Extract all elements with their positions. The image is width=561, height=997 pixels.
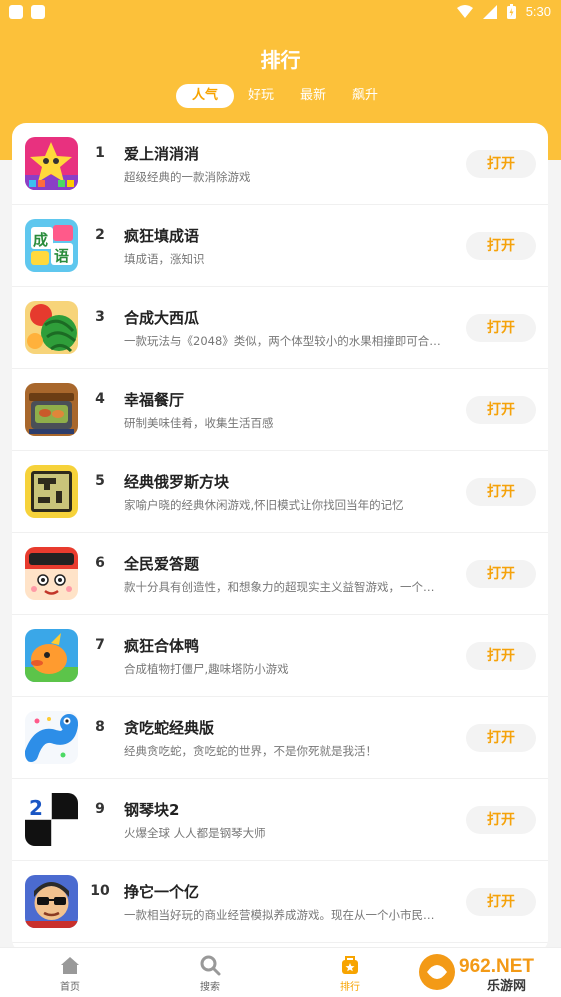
search-icon [200, 955, 221, 976]
app-name[interactable]: 贪吃蛇经典版 [124, 717, 214, 738]
rank-number: 5 [95, 473, 105, 489]
rank-number: 1 [95, 145, 105, 161]
open-button[interactable]: 打开 [466, 642, 536, 670]
svg-text:2: 2 [29, 796, 43, 820]
app-description: 填成语，涨知识 [124, 252, 205, 266]
svg-text:成: 成 [33, 231, 48, 249]
home-icon [61, 957, 79, 974]
clock: 5:30 [525, 4, 551, 19]
app-description: 家喻户晓的经典休闲游戏,怀旧模式让你找回当年的记忆 [124, 498, 404, 512]
open-button[interactable]: 打开 [466, 560, 536, 588]
open-button[interactable]: 打开 [466, 232, 536, 260]
rank-number: 8 [95, 719, 105, 735]
notification-icon [31, 5, 45, 19]
rank-number: 4 [95, 391, 105, 407]
open-button[interactable]: 打开 [466, 888, 536, 916]
rank-number: 7 [95, 637, 105, 653]
rank-number: 9 [95, 801, 105, 817]
ranking-list: 1 爱上消消消 超级经典的一款消除游戏 打开 成 语 2 疯狂填成语 填成语，涨… [12, 123, 548, 953]
list-item[interactable]: 2 9 钢琴块2 火爆全球 人人都是钢琴大师 打开 [12, 779, 548, 861]
app-name[interactable]: 幸福餐厅 [124, 389, 184, 410]
rank-number: 10 [90, 883, 110, 899]
rank-number: 3 [95, 309, 105, 325]
nav-home[interactable]: 首页 [30, 954, 110, 993]
restaurant-grill-icon[interactable] [25, 383, 78, 436]
quiz-face-icon[interactable] [25, 547, 78, 600]
nav-ranking-label: 排行 [340, 982, 360, 993]
businessman-icon[interactable] [25, 875, 78, 928]
list-item[interactable]: 10 挣它一个亿 一款相当好玩的商业经营模拟养成游戏。现在从一个小市民… 打开 [12, 861, 548, 943]
tab-popular[interactable]: 人气 [176, 84, 235, 108]
rank-number: 6 [95, 555, 105, 571]
app-description: 一款相当好玩的商业经营模拟养成游戏。现在从一个小市民… [124, 908, 435, 922]
app-name[interactable]: 疯狂合体鸭 [124, 635, 199, 656]
ranking-icon [342, 956, 358, 974]
app-description: 一款玩法与《2048》类似，两个体型较小的水果相撞即可合… [124, 334, 441, 348]
nav-search[interactable]: 搜索 [170, 954, 250, 993]
svg-text:语: 语 [54, 247, 69, 265]
list-item[interactable]: 6 全民爱答题 款十分具有创造性，和想象力的超现实主义益智游戏，一个… 打开 [12, 533, 548, 615]
list-item[interactable]: 8 贪吃蛇经典版 经典贪吃蛇，贪吃蛇的世界，不是你死就是我活！ 打开 [12, 697, 548, 779]
list-item[interactable]: 5 经典俄罗斯方块 家喻户晓的经典休闲游戏,怀旧模式让你找回当年的记忆 打开 [12, 451, 548, 533]
list-item[interactable]: 7 疯狂合体鸭 合成植物打僵尸,趣味塔防小游戏 打开 [12, 615, 548, 697]
app-name[interactable]: 全民爱答题 [124, 553, 199, 574]
nav-ranking[interactable]: 排行 [310, 954, 390, 993]
watermelon-icon[interactable] [25, 301, 78, 354]
open-button[interactable]: 打开 [466, 724, 536, 752]
open-button[interactable]: 打开 [466, 806, 536, 834]
status-bar: 5:30 [0, 0, 561, 24]
open-button[interactable]: 打开 [466, 478, 536, 506]
app-name[interactable]: 合成大西瓜 [124, 307, 199, 328]
battery-icon [506, 4, 516, 19]
app-description: 款十分具有创造性，和想象力的超现实主义益智游戏，一个… [124, 580, 435, 594]
app-description: 超级经典的一款消除游戏 [124, 170, 251, 184]
tab-newest[interactable]: 最新 [288, 84, 338, 108]
list-item[interactable]: 1 爱上消消消 超级经典的一款消除游戏 打开 [12, 123, 548, 205]
wifi-icon [456, 4, 473, 18]
app-name[interactable]: 爱上消消消 [124, 143, 199, 164]
notification-icon [9, 5, 23, 19]
app-name[interactable]: 疯狂填成语 [124, 225, 199, 246]
idiom-game-icon[interactable]: 成 语 [25, 219, 78, 272]
app-description: 研制美味佳肴，收集生活百感 [124, 416, 274, 430]
tab-fun[interactable]: 好玩 [236, 84, 286, 108]
tetris-icon[interactable] [25, 465, 78, 518]
list-item[interactable]: 3 合成大西瓜 一款玩法与《2048》类似，两个体型较小的水果相撞即可合… 打开 [12, 287, 548, 369]
rank-number: 2 [95, 227, 105, 243]
app-description: 合成植物打僵尸,趣味塔防小游戏 [124, 662, 289, 676]
piano-tiles-icon[interactable]: 2 [25, 793, 78, 846]
nav-home-label: 首页 [60, 982, 80, 993]
duck-icon[interactable] [25, 629, 78, 682]
app-name[interactable]: 挣它一个亿 [124, 881, 199, 902]
tab-rising[interactable]: 飙升 [340, 84, 390, 108]
open-button[interactable]: 打开 [466, 396, 536, 424]
watermark-subtext: 乐游网 [487, 978, 526, 994]
snake-icon[interactable] [25, 711, 78, 764]
open-button[interactable]: 打开 [466, 314, 536, 342]
nav-search-label: 搜索 [200, 982, 220, 993]
watermark-text: 962.NET [459, 956, 534, 977]
app-description: 经典贪吃蛇，贪吃蛇的世界，不是你死就是我活！ [124, 744, 377, 758]
signal-icon [482, 4, 497, 19]
tab-bar: 人气 好玩 最新 飙升 [176, 84, 392, 108]
page-title: 排行 [260, 48, 301, 72]
app-name[interactable]: 钢琴块2 [124, 799, 179, 820]
star-match-game-icon[interactable] [25, 137, 78, 190]
list-item[interactable]: 4 幸福餐厅 研制美味佳肴，收集生活百感 打开 [12, 369, 548, 451]
site-watermark-logo: 962.NET 乐游网 [417, 950, 557, 994]
list-item[interactable]: 成 语 2 疯狂填成语 填成语，涨知识 打开 [12, 205, 548, 287]
open-button[interactable]: 打开 [466, 150, 536, 178]
app-name[interactable]: 经典俄罗斯方块 [124, 471, 229, 492]
app-description: 火爆全球 人人都是钢琴大师 [124, 826, 266, 840]
